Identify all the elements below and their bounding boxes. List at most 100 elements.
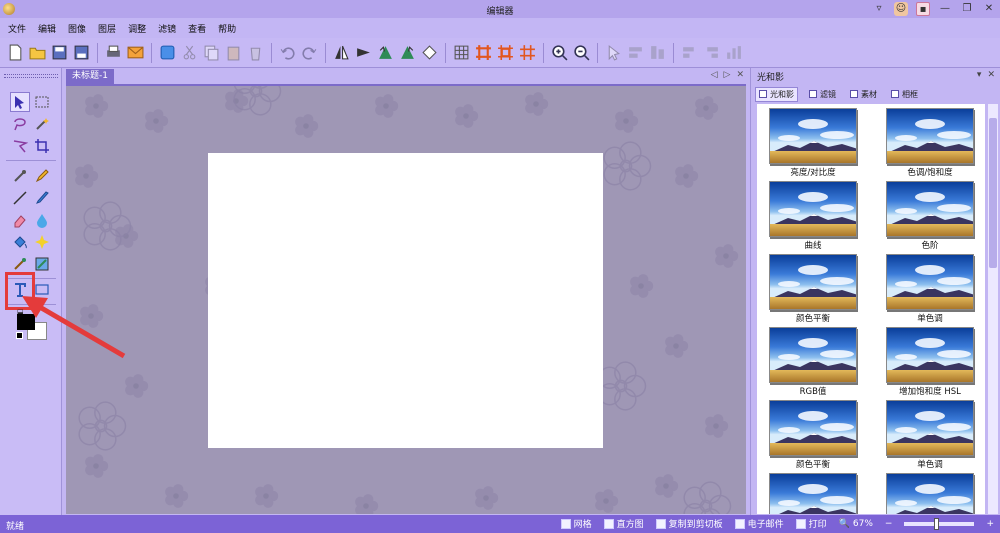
distribute-icon[interactable] [648, 43, 667, 62]
rotate-left-icon[interactable] [376, 43, 395, 62]
blur-drop-icon[interactable] [32, 210, 52, 230]
rectangle-tool-icon[interactable] [32, 280, 52, 300]
lasso-tool-icon[interactable] [10, 114, 30, 134]
menu-adjust[interactable]: 调整 [128, 22, 146, 35]
effect-item[interactable]: 色调/饱和度 [880, 108, 980, 178]
histogram-button[interactable]: 直方图 [603, 517, 644, 530]
menu-view[interactable]: 查看 [188, 22, 206, 35]
frame-icon[interactable] [474, 43, 493, 62]
menu-filter[interactable]: 滤镜 [158, 22, 176, 35]
grid-toggle[interactable]: 网格 [560, 517, 592, 530]
redo-icon[interactable] [300, 43, 319, 62]
crop-tool-icon[interactable] [32, 136, 52, 156]
sparkle-tool-icon[interactable] [32, 232, 52, 252]
paste-icon[interactable] [224, 43, 243, 62]
zoom-out-button[interactable]: − [885, 519, 893, 529]
smudge-tool-icon[interactable] [10, 254, 30, 274]
eyedropper-tool-icon[interactable] [10, 166, 30, 186]
email-button[interactable]: 电子邮件 [734, 517, 784, 530]
copy-icon[interactable] [202, 43, 221, 62]
align-left-icon[interactable] [680, 43, 699, 62]
effect-item[interactable]: 增加饱和度 HSL [880, 327, 980, 397]
menu-edit[interactable]: 编辑 [38, 22, 56, 35]
open-folder-icon[interactable] [28, 43, 47, 62]
effect-item[interactable]: 单色调 [880, 400, 980, 470]
flip-horizontal-icon[interactable] [332, 43, 351, 62]
scrollbar-thumb[interactable] [989, 118, 997, 268]
tab-filter[interactable]: 滤镜 [806, 88, 839, 101]
document-tab[interactable]: 未标题-1 [66, 68, 114, 84]
skin-icon[interactable]: ▪ [916, 2, 930, 16]
marquee-tool-icon[interactable] [32, 92, 52, 112]
save-icon[interactable] [50, 43, 69, 62]
copy-clipboard-button[interactable]: 复制到剪切板 [655, 517, 723, 530]
zoom-in-button[interactable]: + [986, 519, 994, 529]
zoom-in-icon[interactable] [550, 43, 569, 62]
user-icon[interactable]: ☺ [894, 2, 908, 16]
email-icon[interactable] [126, 43, 145, 62]
panel-pin-icon[interactable]: ▾ [977, 70, 982, 80]
chart-icon[interactable] [724, 43, 743, 62]
undo-icon[interactable] [278, 43, 297, 62]
effect-item[interactable]: 颜色平衡 [763, 254, 863, 324]
help-triangle-icon[interactable]: ▿ [872, 2, 886, 16]
effect-item[interactable] [763, 473, 863, 514]
panel-close-icon[interactable]: ✕ [987, 70, 995, 80]
close-button[interactable]: ✕ [982, 2, 996, 16]
effect-item[interactable] [880, 473, 980, 514]
pencil-tool-icon[interactable] [32, 166, 52, 186]
move-tool-icon[interactable] [10, 92, 30, 112]
foreground-color-swatch[interactable] [17, 314, 35, 330]
restore-button[interactable]: ❐ [960, 2, 974, 16]
tab-close-icon[interactable]: ✕ [736, 70, 744, 80]
menu-layer[interactable]: 图层 [98, 22, 116, 35]
tab-light-shadow[interactable]: 光和影 [755, 86, 798, 102]
brush-tool-icon[interactable] [32, 188, 52, 208]
line-tool-icon[interactable] [10, 188, 30, 208]
zoom-slider[interactable] [904, 517, 975, 530]
new-file-icon[interactable] [6, 43, 25, 62]
canvas-workspace[interactable] [66, 84, 746, 514]
polygon-lasso-icon[interactable] [10, 136, 30, 156]
minimize-button[interactable]: — [938, 2, 952, 16]
fill-bucket-icon[interactable] [10, 232, 30, 252]
effect-item[interactable]: 曲线 [763, 181, 863, 251]
align-icon[interactable] [626, 43, 645, 62]
grid-icon[interactable] [452, 43, 471, 62]
magic-wand-icon[interactable] [32, 114, 52, 134]
palette-grip[interactable] [4, 74, 58, 78]
zoom-out-icon[interactable] [572, 43, 591, 62]
menu-file[interactable]: 文件 [8, 22, 26, 35]
tab-next-icon[interactable]: ▷ [724, 70, 731, 80]
effect-item[interactable]: 色阶 [880, 181, 980, 251]
delete-icon[interactable] [246, 43, 265, 62]
tab-materials[interactable]: 素材 [847, 88, 880, 101]
default-colors-icon[interactable] [16, 332, 23, 339]
print-icon[interactable] [104, 43, 123, 62]
flip-vertical-icon[interactable] [354, 43, 373, 62]
layer-icon[interactable] [158, 43, 177, 62]
gradient-tool-icon[interactable] [32, 254, 52, 274]
pointer-icon[interactable] [604, 43, 623, 62]
menu-image[interactable]: 图像 [68, 22, 86, 35]
effects-scrollbar[interactable] [988, 104, 998, 514]
menu-help[interactable]: 帮助 [218, 22, 236, 35]
zoom-slider-knob[interactable] [934, 517, 940, 530]
effect-item[interactable]: 颜色平衡 [763, 400, 863, 470]
align-right-icon[interactable] [702, 43, 721, 62]
rotate-right-icon[interactable] [398, 43, 417, 62]
menu-bar: 文件 编辑 图像 图层 调整 滤镜 查看 帮助 [0, 18, 1000, 38]
resize-icon[interactable] [518, 43, 537, 62]
print-button[interactable]: 打印 [795, 517, 827, 530]
tab-frames[interactable]: 相框 [888, 88, 921, 101]
image-canvas[interactable] [208, 153, 603, 448]
effect-item[interactable]: 单色调 [880, 254, 980, 324]
eraser-tool-icon[interactable] [10, 210, 30, 230]
effect-item[interactable]: 亮度/对比度 [763, 108, 863, 178]
cut-icon[interactable] [180, 43, 199, 62]
tab-prev-icon[interactable]: ◁ [711, 70, 718, 80]
crop-frame-icon[interactable] [496, 43, 515, 62]
effect-item[interactable]: RGB值 [763, 327, 863, 397]
rotate-free-icon[interactable] [420, 43, 439, 62]
save-as-icon[interactable] [72, 43, 91, 62]
